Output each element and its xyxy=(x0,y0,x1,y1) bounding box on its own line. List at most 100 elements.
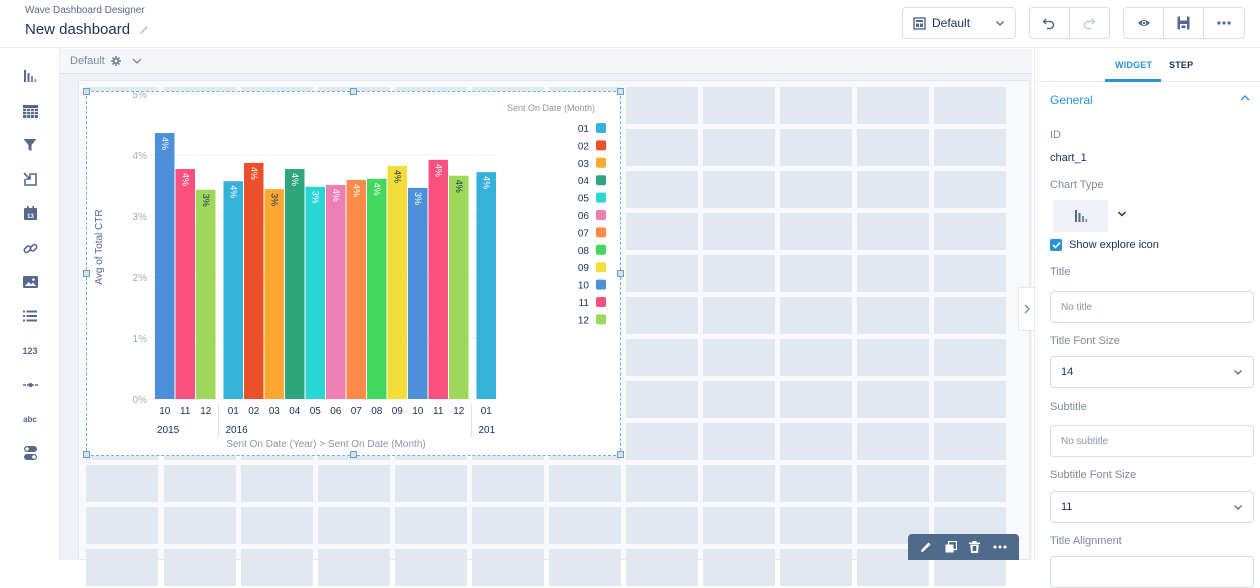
resize-handle[interactable] xyxy=(83,451,90,458)
resize-handle[interactable] xyxy=(350,88,357,95)
chevron-down-icon[interactable] xyxy=(1117,209,1127,219)
y-axis-label: Avg of Total CTR xyxy=(94,209,105,284)
resize-handle[interactable] xyxy=(350,451,357,458)
title-alignment-select[interactable] xyxy=(1050,556,1254,588)
panel-tabs: WIDGET STEP xyxy=(1035,49,1260,82)
subtitle-font-size-select[interactable]: 11 xyxy=(1050,491,1254,523)
preview-button[interactable] xyxy=(1124,8,1164,38)
grid-cell xyxy=(780,549,852,586)
chart-type-picker[interactable] xyxy=(1053,200,1108,232)
pencil-icon[interactable] xyxy=(138,24,150,36)
grid-cell xyxy=(780,507,852,544)
bar xyxy=(175,169,195,399)
legend-label: 07 xyxy=(578,228,590,239)
bar-data-label: 4% xyxy=(331,189,341,202)
show-explore-label[interactable]: Show explore icon xyxy=(1069,239,1159,251)
bar-data-label: 4% xyxy=(160,137,170,150)
grid-cell xyxy=(703,507,775,544)
trash-icon[interactable] xyxy=(969,541,981,553)
slider-icon[interactable] xyxy=(18,373,42,397)
subtitle-input[interactable]: No subtitle xyxy=(1050,425,1254,457)
legend-label: 04 xyxy=(578,176,590,187)
more-icon[interactable] xyxy=(993,545,1007,549)
svg-text:13: 13 xyxy=(27,214,34,220)
grid-cell xyxy=(626,465,698,502)
legend-label: 08 xyxy=(578,246,590,257)
image-icon[interactable] xyxy=(18,270,42,294)
list-icon[interactable] xyxy=(18,304,42,328)
x-tick-label: 09 xyxy=(392,406,404,417)
chevron-right-icon xyxy=(1024,304,1030,314)
bar-chart-icon[interactable] xyxy=(18,64,42,88)
grid-cell xyxy=(395,507,467,544)
tab-widget[interactable]: WIDGET xyxy=(1115,60,1152,70)
x-tick-label: 06 xyxy=(330,406,342,417)
grid-cell xyxy=(934,213,1006,250)
resize-handle[interactable] xyxy=(83,270,90,277)
grid-cell xyxy=(703,423,775,460)
bar-data-label: 4% xyxy=(228,185,238,198)
dashboard-title-text[interactable]: New dashboard xyxy=(25,21,130,38)
dashboard-title[interactable]: New dashboard xyxy=(25,21,150,38)
title-input[interactable]: No title xyxy=(1050,291,1254,323)
more-button[interactable] xyxy=(1204,8,1244,38)
toggle-icon[interactable] xyxy=(18,441,42,465)
y-tick-label: 4% xyxy=(133,151,148,162)
grid-cell xyxy=(703,213,775,250)
grid-cell xyxy=(703,171,775,208)
y-tick-label: 5% xyxy=(133,92,148,101)
grid-cell xyxy=(934,423,1006,460)
grid-cell xyxy=(626,171,698,208)
bar xyxy=(264,189,284,399)
chart-widget[interactable]: 0% 1% 2% 3% 4% 5% Avg of Total CTR 4% 10 4% 11 3% 12… xyxy=(83,88,624,458)
link-icon[interactable] xyxy=(18,236,42,260)
text-icon[interactable]: abc xyxy=(18,407,42,431)
undo-icon xyxy=(1042,18,1055,30)
chevron-down-icon xyxy=(1234,505,1242,510)
layout-name[interactable]: Default xyxy=(70,55,105,67)
redo-button[interactable] xyxy=(1070,8,1110,38)
filter-icon[interactable] xyxy=(18,133,42,157)
grid-cell xyxy=(241,465,313,502)
chart-type-label: Chart Type xyxy=(1050,179,1104,191)
pencil-icon[interactable] xyxy=(920,541,932,553)
chevron-down-icon[interactable] xyxy=(131,56,143,66)
import-icon[interactable] xyxy=(18,167,42,191)
grid-cell xyxy=(780,423,852,460)
title-font-size-select[interactable]: 14 xyxy=(1050,356,1254,388)
widget-palette: 13 123 abc xyxy=(0,49,60,560)
grid-cell xyxy=(86,549,158,586)
layout-select[interactable]: Default xyxy=(902,7,1016,39)
resize-handle[interactable] xyxy=(617,270,624,277)
tab-step[interactable]: STEP xyxy=(1169,60,1193,70)
collapse-panel-button[interactable] xyxy=(1018,287,1034,331)
grid-cell xyxy=(241,549,313,586)
legend-label: 11 xyxy=(579,298,590,309)
save-button[interactable] xyxy=(1164,8,1204,38)
grid-cell xyxy=(549,465,621,502)
grid-cell xyxy=(318,549,390,586)
legend-swatch xyxy=(596,175,606,186)
bar-data-label: 4% xyxy=(351,184,361,197)
grid-cell xyxy=(626,87,698,124)
grid-cell xyxy=(857,171,929,208)
x-tick-label: 07 xyxy=(351,406,363,417)
resize-handle[interactable] xyxy=(617,451,624,458)
number-icon[interactable]: 123 xyxy=(18,339,42,363)
resize-handle[interactable] xyxy=(617,88,624,95)
legend-swatch xyxy=(596,227,606,238)
calendar-icon[interactable]: 13 xyxy=(18,201,42,225)
grid-cell xyxy=(626,381,698,418)
grid-cell xyxy=(626,423,698,460)
table-icon[interactable] xyxy=(18,99,42,123)
clone-icon[interactable] xyxy=(945,541,957,553)
bar-data-label: 4% xyxy=(249,167,259,180)
legend-swatch xyxy=(596,262,606,273)
resize-handle[interactable] xyxy=(83,88,90,95)
undo-button[interactable] xyxy=(1030,8,1070,38)
gear-icon[interactable] xyxy=(110,56,121,66)
chevron-up-icon[interactable] xyxy=(1239,93,1251,103)
show-explore-checkbox[interactable] xyxy=(1050,239,1062,251)
section-general[interactable]: General xyxy=(1050,93,1093,107)
subtitle-font-size-label: Subtitle Font Size xyxy=(1050,469,1137,481)
